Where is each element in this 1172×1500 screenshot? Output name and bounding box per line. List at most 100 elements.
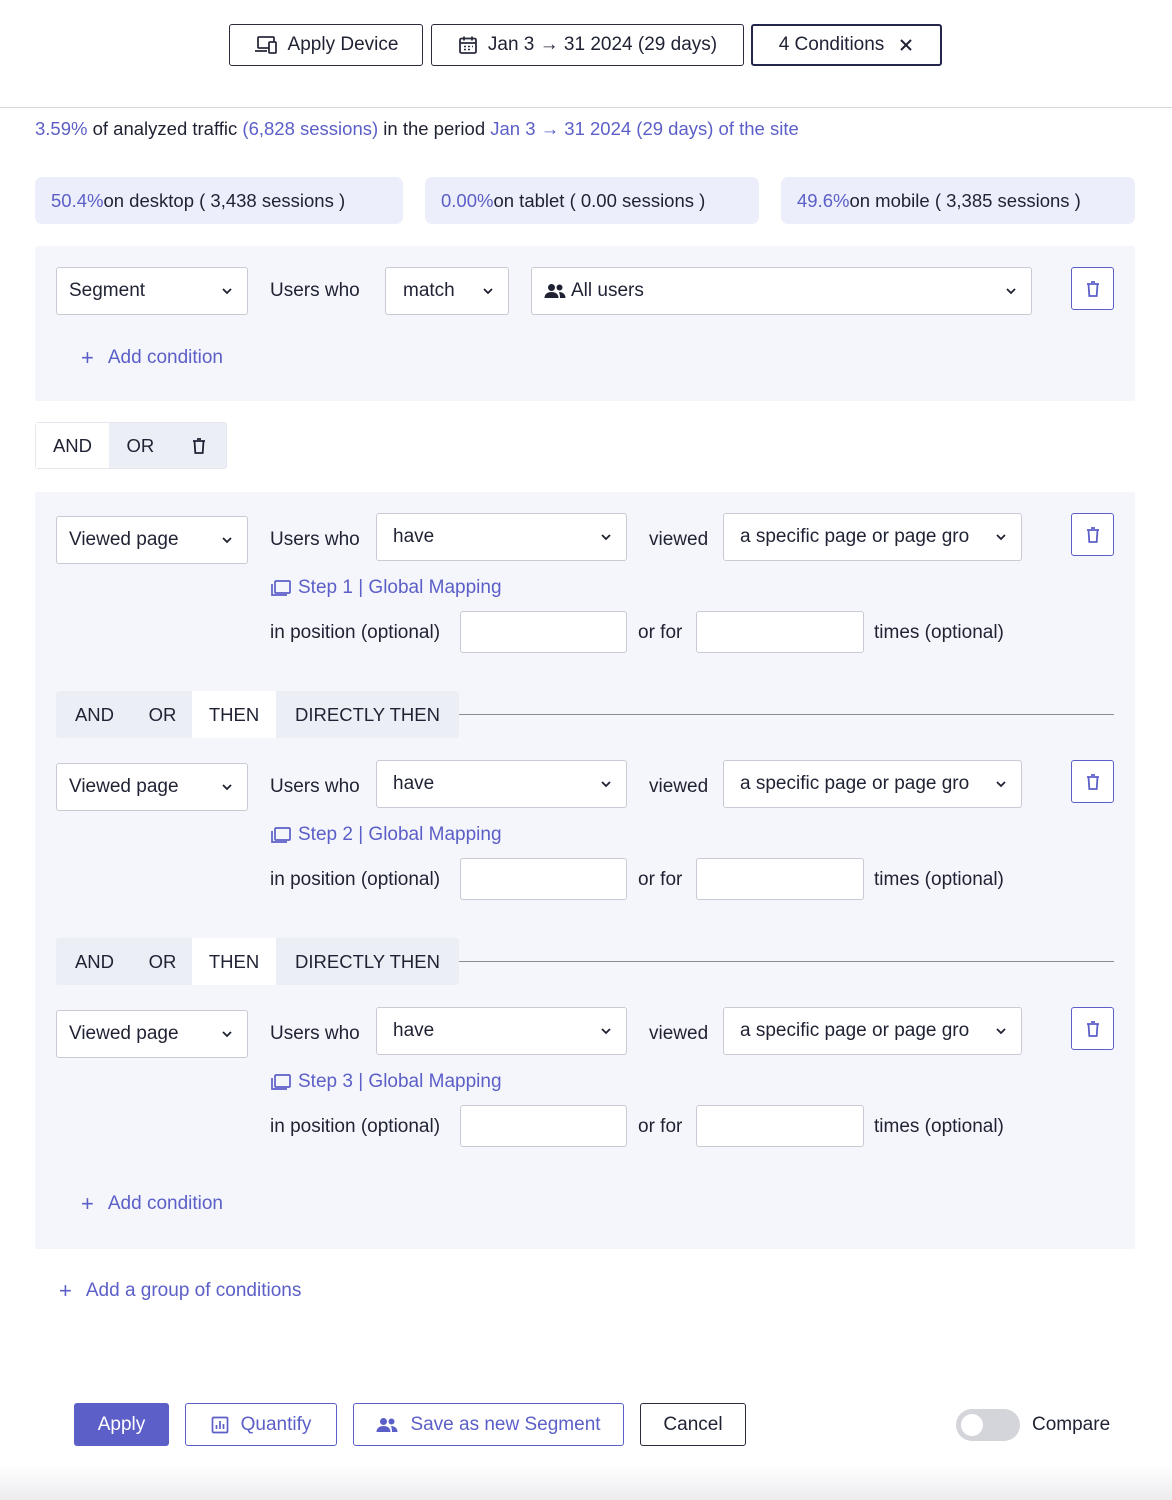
delete-condition-button[interactable] [1071, 1007, 1114, 1050]
chevron-down-icon [601, 534, 611, 541]
condition-type-select[interactable]: Viewed page [56, 1010, 248, 1058]
apply-device-label: Apply Device [287, 34, 399, 55]
position-label: in position (optional) [270, 869, 441, 890]
group-operator-bar: AND OR [35, 422, 227, 469]
trash-icon [192, 437, 205, 454]
seq-op-then[interactable]: THEN [192, 938, 276, 985]
mobile-text: on mobile ( 3,385 sessions ) [849, 189, 1081, 211]
seq-op-directly-then[interactable]: DIRECTLY THEN [276, 691, 459, 738]
conditions-button[interactable]: 4 Conditions [751, 24, 942, 66]
have-value: have [393, 1020, 435, 1041]
have-select[interactable]: have [376, 1007, 627, 1055]
operator-divider [459, 961, 1114, 962]
step-mapping-link[interactable]: Step 2 | Global Mapping [270, 824, 502, 846]
delete-condition-button[interactable] [1071, 267, 1114, 310]
delete-condition-button[interactable] [1071, 760, 1114, 803]
top-toolbar: Apply Device Jan 3 → 31 2024 (29 days) 4… [0, 0, 1172, 108]
position-input[interactable] [460, 1105, 627, 1147]
add-group-link[interactable]: + Add a group of conditions [59, 1280, 301, 1302]
pages-icon [271, 580, 291, 596]
apply-device-button[interactable]: Apply Device [229, 24, 423, 66]
add-condition-link[interactable]: + Add condition [81, 347, 223, 369]
trash-icon [1086, 1020, 1099, 1037]
apply-button[interactable]: Apply [74, 1403, 169, 1446]
group-op-or[interactable]: OR [109, 423, 172, 468]
group-op-and[interactable]: AND [36, 423, 109, 468]
apply-label: Apply [97, 1413, 146, 1435]
chevron-down-icon [222, 1031, 232, 1038]
page-target-value: a specific page or page gro [740, 526, 970, 547]
compare-label: Compare [1032, 1414, 1111, 1435]
page-target-select[interactable]: a specific page or page gro [723, 760, 1022, 808]
seq-op-then[interactable]: THEN [192, 691, 276, 738]
delete-condition-button[interactable] [1071, 513, 1114, 556]
devices-icon [254, 36, 277, 54]
close-icon[interactable] [898, 37, 914, 53]
chevron-down-icon [996, 781, 1006, 788]
condition-group-2: Viewed page Users who have viewed a spec… [35, 492, 1135, 1249]
seq-op-or[interactable]: OR [133, 691, 192, 738]
plus-icon: + [81, 345, 94, 370]
users-icon [544, 284, 566, 298]
chevron-down-icon [222, 784, 232, 791]
traffic-summary: 3.59% of analyzed traffic (6,828 session… [35, 118, 799, 140]
condition-type-value: Viewed page [69, 529, 179, 550]
add-group-label: Add a group of conditions [85, 1280, 302, 1301]
step-mapping-link[interactable]: Step 1 | Global Mapping [270, 577, 502, 599]
trash-icon [1086, 773, 1099, 790]
period-link[interactable]: Jan 3 → 31 2024 (29 days) of the site [490, 118, 799, 139]
delete-group-operator-button[interactable] [172, 423, 226, 468]
page-target-select[interactable]: a specific page or page gro [723, 513, 1022, 561]
traffic-percentage: 3.59% [35, 118, 88, 139]
page-target-value: a specific page or page gro [740, 1020, 970, 1041]
chevron-down-icon [1006, 288, 1016, 295]
page-target-select[interactable]: a specific page or page gro [723, 1007, 1022, 1055]
pages-icon [271, 827, 291, 843]
condition-type-select[interactable]: Segment [56, 267, 248, 315]
desktop-pct: 50.4% [51, 189, 104, 211]
times-input[interactable] [696, 858, 864, 900]
quantify-button[interactable]: Quantify [185, 1403, 337, 1446]
times-input[interactable] [696, 1105, 864, 1147]
save-segment-button[interactable]: Save as new Segment [353, 1403, 624, 1446]
date-range-button[interactable]: Jan 3 → 31 2024 (29 days) [431, 24, 744, 66]
condition-group-1: Segment Users who match All users + Add … [35, 246, 1135, 401]
position-input[interactable] [460, 611, 627, 653]
add-condition-label: Add condition [107, 1193, 224, 1214]
step-mapping-label: Step 1 | Global Mapping [298, 577, 502, 598]
times-label: times (optional) [874, 1116, 1004, 1137]
have-select[interactable]: have [376, 513, 627, 561]
operator-divider [459, 714, 1114, 715]
desktop-stat: 50.4% on desktop ( 3,438 sessions ) [35, 177, 403, 224]
cancel-button[interactable]: Cancel [640, 1403, 746, 1446]
chevron-down-icon [222, 288, 232, 295]
seq-op-or[interactable]: OR [133, 938, 192, 985]
or-for-label: or for [638, 622, 683, 643]
add-condition-link[interactable]: + Add condition [81, 1193, 223, 1215]
save-segment-label: Save as new Segment [410, 1413, 601, 1435]
times-label: times (optional) [874, 869, 1004, 890]
position-input[interactable] [460, 858, 627, 900]
step-mapping-link[interactable]: Step 3 | Global Mapping [270, 1071, 502, 1093]
times-input[interactable] [696, 611, 864, 653]
audience-value: All users [571, 280, 644, 301]
compare-toggle[interactable] [956, 1409, 1020, 1441]
seq-op-and[interactable]: AND [56, 691, 133, 738]
seq-op-and[interactable]: AND [56, 938, 133, 985]
have-select[interactable]: have [376, 760, 627, 808]
condition-type-value: Viewed page [69, 776, 179, 797]
mobile-stat: 49.6% on mobile ( 3,385 sessions ) [781, 177, 1135, 224]
users-who-label: Users who [270, 280, 360, 301]
condition-type-select[interactable]: Viewed page [56, 516, 248, 564]
viewed-label: viewed [649, 1023, 709, 1044]
match-select[interactable]: match [385, 267, 509, 315]
audience-select[interactable]: All users [531, 267, 1032, 315]
bar-chart-icon [211, 1416, 228, 1433]
users-who-label: Users who [270, 1023, 360, 1044]
pages-icon [271, 1074, 291, 1090]
step-mapping-label: Step 2 | Global Mapping [298, 824, 502, 845]
date-range-label: Jan 3 → 31 2024 (29 days) [487, 34, 718, 55]
condition-type-select[interactable]: Viewed page [56, 763, 248, 811]
seq-op-directly-then[interactable]: DIRECTLY THEN [276, 938, 459, 985]
users-icon [376, 1417, 398, 1432]
